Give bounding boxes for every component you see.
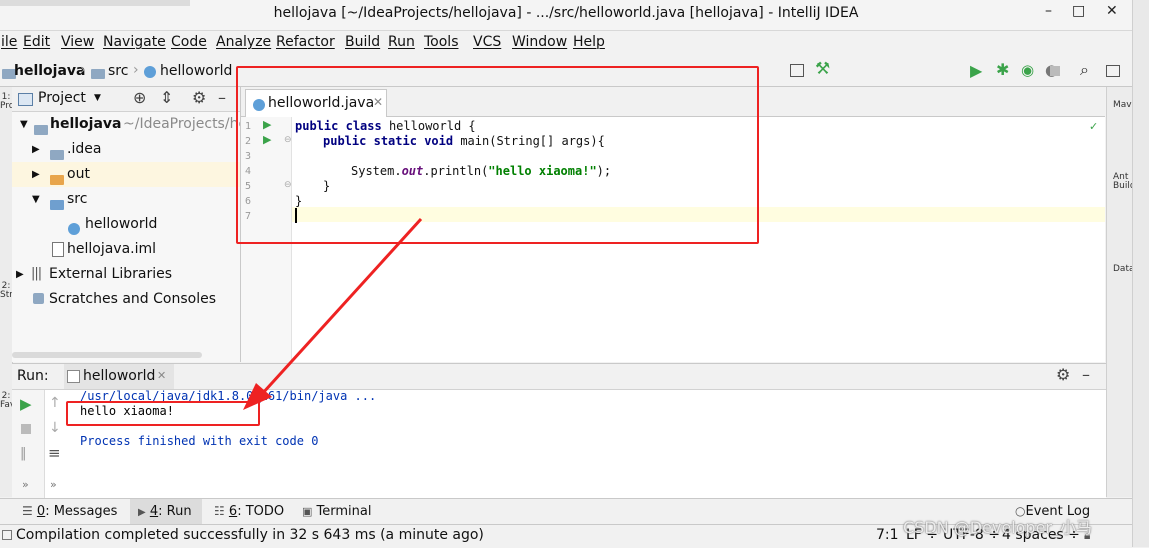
watermark: CSDN @Developer_小马: [903, 518, 1092, 537]
arrow-shaft: [260, 217, 423, 396]
annotation-arrow: [243, 217, 423, 410]
